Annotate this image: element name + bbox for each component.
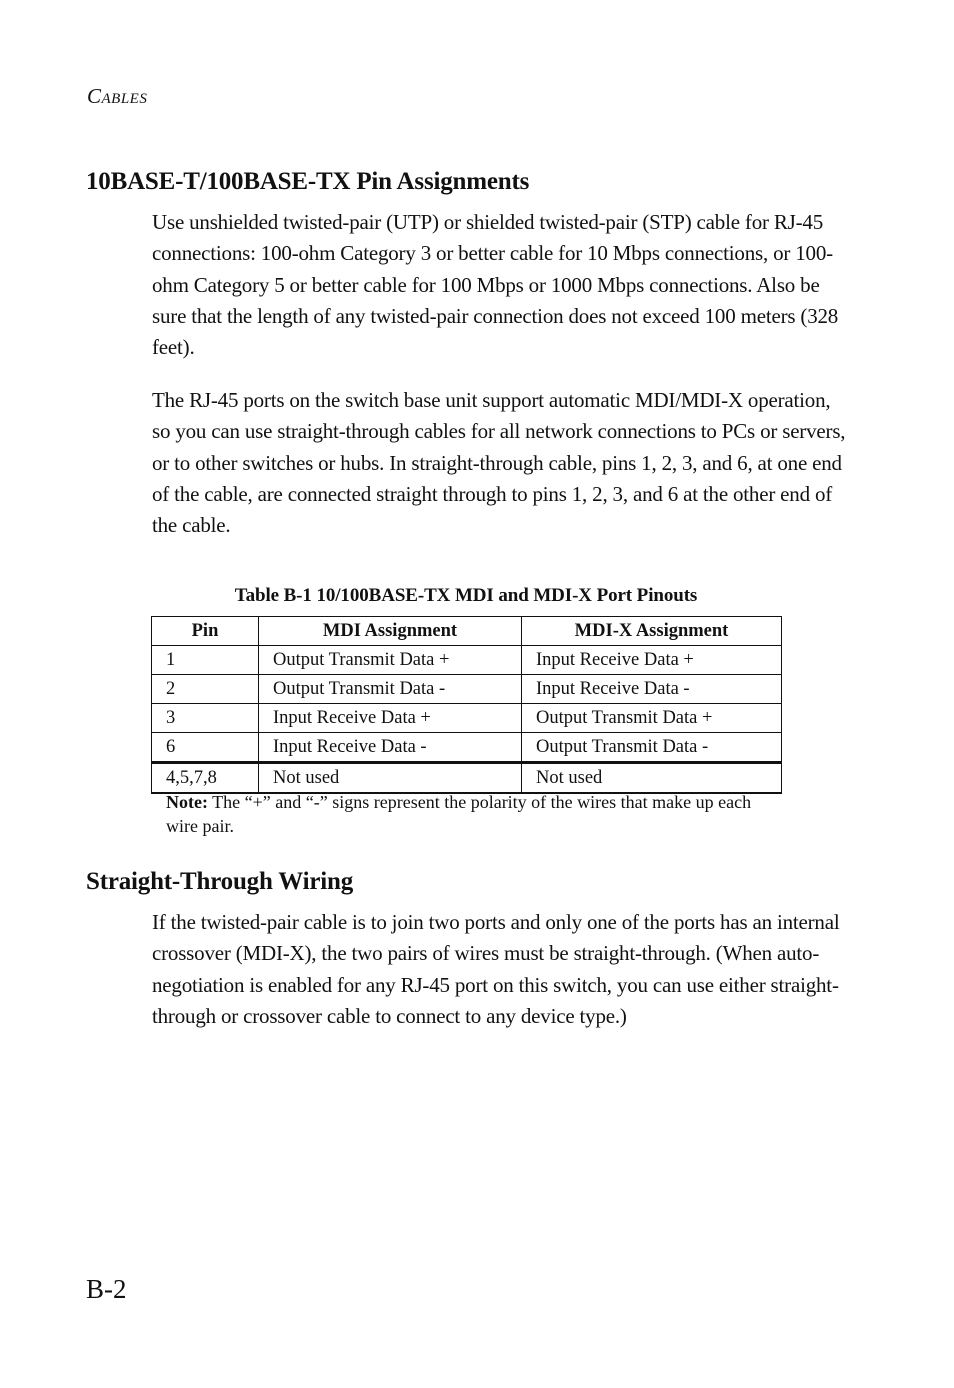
- cell-pin: 4,5,7,8: [151, 761, 259, 794]
- cell-mdi: Output Transmit Data +: [258, 645, 522, 675]
- cell-mdi: Output Transmit Data -: [258, 674, 522, 704]
- column-header-mdix: MDI-X Assignment: [521, 616, 782, 646]
- paragraph-straight-through: If the twisted-pair cable is to join two…: [152, 910, 840, 1028]
- cell-mdi: Not used: [258, 761, 522, 794]
- note-label: Note:: [166, 792, 208, 812]
- cell-mdix: Output Transmit Data +: [521, 703, 782, 733]
- cell-pin: 1: [151, 645, 259, 675]
- table-caption: Table B-1 10/100BASE-TX MDI and MDI-X Po…: [234, 585, 698, 606]
- running-head-initial: C: [87, 84, 102, 108]
- column-header-mdi: MDI Assignment: [258, 616, 522, 646]
- section-heading-straight-through: Straight-Through Wiring: [86, 868, 353, 895]
- pinout-table: Pin MDI Assignment MDI-X Assignment 1 Ou…: [151, 616, 782, 794]
- table-row: 3 Input Receive Data + Output Transmit D…: [151, 703, 782, 733]
- cell-mdi: Input Receive Data -: [258, 732, 522, 763]
- cell-mdi: Input Receive Data +: [258, 703, 522, 733]
- cell-pin: 3: [151, 703, 259, 733]
- cell-pin: 2: [151, 674, 259, 704]
- table-row: 1 Output Transmit Data + Input Receive D…: [151, 645, 782, 675]
- running-head-rest: ABLES: [101, 91, 148, 107]
- column-header-pin: Pin: [151, 616, 259, 646]
- section-heading-pin-assignments: 10BASE-T/100BASE-TX Pin Assignments: [86, 168, 530, 195]
- cell-pin: 6: [151, 732, 259, 763]
- page-number: B-2: [86, 1274, 127, 1304]
- running-head: CABLES: [87, 84, 147, 109]
- table-header-row: Pin MDI Assignment MDI-X Assignment: [151, 616, 782, 646]
- table-note: Note: The “+” and “-” signs represent th…: [166, 790, 766, 838]
- table-row: 2 Output Transmit Data - Input Receive D…: [151, 674, 782, 704]
- paragraph-cable-requirements: Use unshielded twisted-pair (UTP) or shi…: [152, 210, 839, 360]
- cell-mdix: Not used: [521, 761, 782, 794]
- table-row: 6 Input Receive Data - Output Transmit D…: [151, 732, 782, 763]
- note-text: The “+” and “-” signs represent the pola…: [166, 792, 752, 836]
- cell-mdix: Input Receive Data +: [521, 645, 782, 675]
- paragraph-mdi-mdix: The RJ-45 ports on the switch base unit …: [152, 388, 846, 538]
- cell-mdix: Input Receive Data -: [521, 674, 782, 704]
- table-row: 4,5,7,8 Not used Not used: [151, 761, 782, 794]
- cell-mdix: Output Transmit Data -: [521, 732, 782, 763]
